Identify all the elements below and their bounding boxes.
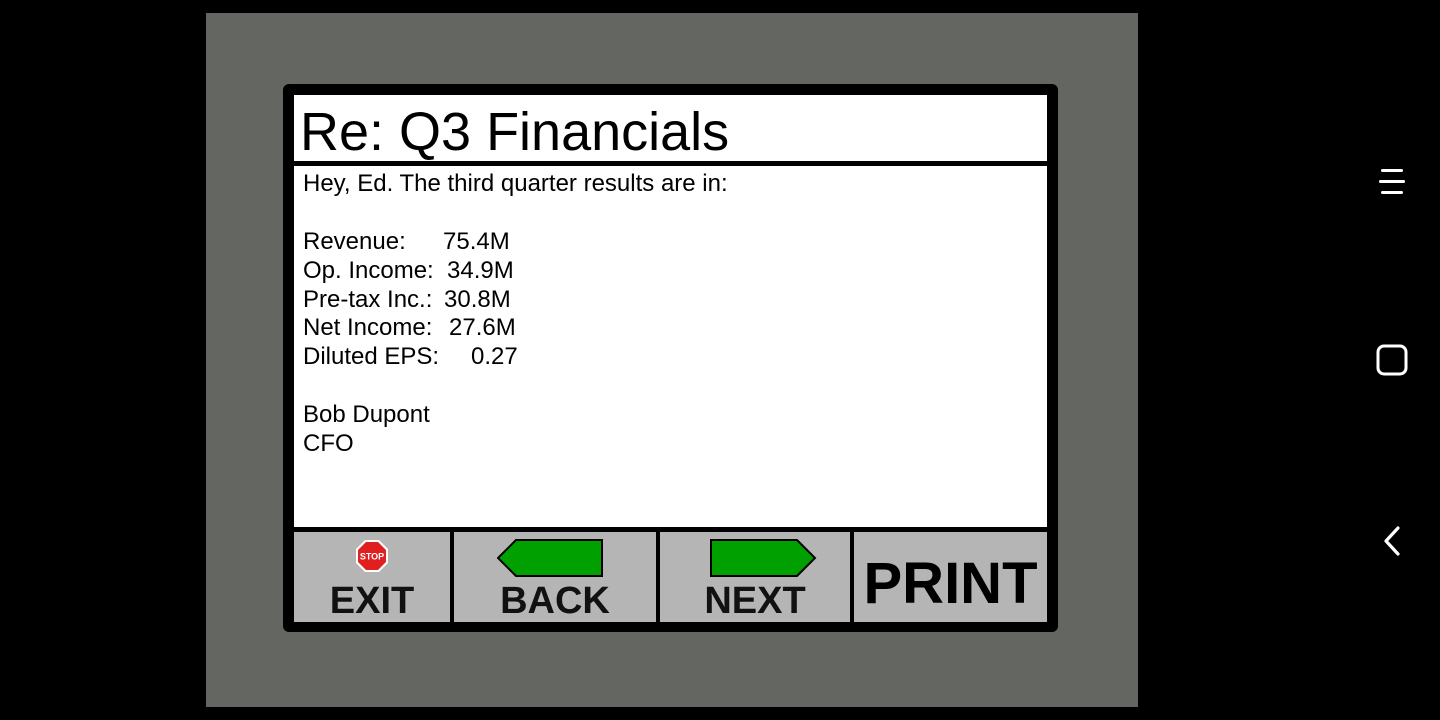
next-button[interactable]: NEXT	[660, 532, 850, 622]
title-bar: Re: Q3 Financials	[294, 95, 1047, 162]
signature-title: CFO	[303, 430, 354, 458]
back-chevron-icon[interactable]	[1380, 524, 1406, 558]
stop-sign-icon: STOP	[356, 540, 388, 572]
financial-row-net-income: Net Income: 27.6M	[303, 314, 728, 343]
message-title: Re: Q3 Financials	[300, 102, 730, 162]
financial-value: 75.4M	[443, 227, 510, 255]
right-arrow-icon	[710, 539, 817, 577]
financial-value: 27.6M	[449, 314, 516, 342]
financial-value: 30.8M	[444, 285, 511, 313]
financial-label: Revenue:	[303, 227, 406, 255]
financial-row-op-income: Op. Income: 34.9M	[303, 257, 728, 286]
svg-text:STOP: STOP	[360, 552, 384, 562]
next-label: NEXT	[704, 580, 806, 622]
financial-label: Net Income:	[303, 314, 433, 342]
menu-icon[interactable]	[1376, 166, 1408, 198]
greeting-text: Hey, Ed. The third quarter results are i…	[303, 170, 728, 197]
financial-value: 34.9M	[447, 256, 514, 284]
print-button[interactable]: PRINT	[854, 532, 1047, 622]
left-arrow-icon	[497, 539, 603, 577]
exit-button[interactable]: STOP EXIT	[294, 532, 450, 622]
exit-label: EXIT	[329, 580, 415, 622]
financial-row-revenue: Revenue: 75.4M	[303, 228, 728, 257]
home-square-icon[interactable]	[1375, 343, 1409, 377]
financial-label: Op. Income:	[303, 256, 434, 284]
financial-row-pretax-income: Pre-tax Inc.: 30.8M	[303, 286, 728, 315]
financial-label: Diluted EPS:	[303, 343, 440, 371]
back-label: BACK	[500, 580, 610, 622]
signature-name: Bob Dupont	[303, 401, 430, 429]
financial-label: Pre-tax Inc.:	[303, 285, 433, 313]
message-body: Hey, Ed. The third quarter results are i…	[294, 166, 1047, 527]
financial-value: 0.27	[471, 343, 518, 371]
back-button[interactable]: BACK	[454, 532, 656, 622]
print-label: PRINT	[863, 551, 1038, 616]
financial-row-diluted-eps: Diluted EPS: 0.27	[303, 343, 728, 372]
